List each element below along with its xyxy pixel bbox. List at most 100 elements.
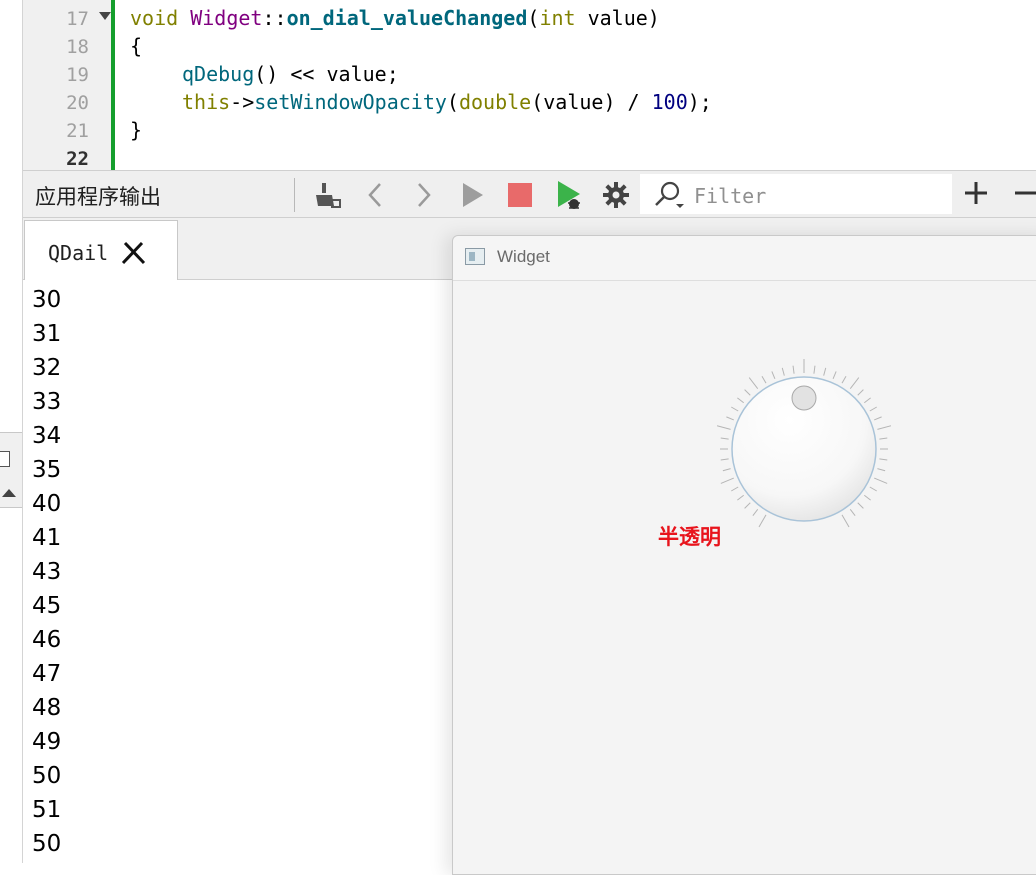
code-text: (value) / (531, 90, 652, 114)
class-name: Widget (190, 6, 263, 30)
dial-tick (731, 406, 739, 412)
close-tab-icon[interactable] (120, 241, 148, 269)
pane-controls (0, 432, 22, 508)
stop-icon[interactable] (503, 178, 537, 212)
run-icon[interactable] (455, 178, 489, 212)
function-call: qDebug (182, 62, 255, 86)
code-line-20: this->setWindowOpacity(double(value) / 1… (182, 90, 712, 114)
output-line: 33 (32, 389, 62, 415)
dial-tick (761, 376, 767, 384)
output-line: 31 (32, 321, 62, 347)
widget-title: Widget (497, 247, 550, 266)
dial-tick (737, 397, 745, 404)
application-output-text[interactable]: 30 31 32 33 34 35 40 41 43 45 46 47 48 4… (23, 280, 453, 863)
output-line: 49 (32, 729, 62, 755)
output-line: 32 (32, 355, 62, 381)
dial-tick (720, 477, 734, 484)
output-line: 48 (32, 695, 62, 721)
dial-tick (716, 425, 731, 430)
line-number: 18 (66, 36, 89, 58)
code-line-17: void Widget::on_dial_valueChanged(int va… (130, 6, 660, 30)
output-line: 46 (32, 627, 62, 653)
fold-arrow-icon[interactable] (99, 12, 111, 20)
tab-qdail[interactable]: QDail (24, 220, 178, 280)
settings-icon[interactable] (599, 178, 633, 212)
debug-run-icon[interactable] (552, 178, 586, 212)
window-icon (465, 248, 485, 265)
remove-button[interactable] (1008, 175, 1036, 211)
paren: ( (527, 6, 540, 30)
code-editor[interactable]: 17 18 19 20 21 22 void Widget::on_dial_v… (23, 0, 1036, 170)
dial-tick (813, 365, 816, 374)
line-number-gutter: 17 18 19 20 21 22 (23, 0, 89, 170)
dial-tick (758, 514, 767, 528)
output-line: 51 (32, 797, 62, 823)
scope-op: :: (262, 6, 287, 30)
output-line: 41 (32, 525, 62, 551)
widget-window: Widget 半透明 (452, 235, 1036, 875)
dial-tick (781, 367, 785, 376)
output-line: 45 (32, 593, 62, 619)
dial-tick (737, 494, 745, 501)
keyword: void (130, 6, 179, 30)
dial-tick (752, 508, 759, 516)
dial-tick (863, 397, 871, 404)
output-line: 47 (32, 661, 62, 687)
arrow-op: -> (230, 90, 255, 114)
code-text: () << value; (254, 62, 399, 86)
code-line-19: qDebug() << value; (182, 62, 399, 86)
keyword: double (458, 90, 532, 114)
application-output-toolbar: 应用程序输出 Filter (23, 170, 1036, 218)
restore-icon[interactable] (0, 451, 10, 467)
dial-tick (869, 406, 877, 412)
number-literal: 100 (651, 90, 688, 114)
line-number: 19 (66, 64, 89, 86)
scroll-up-icon[interactable] (2, 489, 16, 497)
forward-icon[interactable] (406, 178, 440, 212)
output-line: 50 (32, 831, 62, 857)
dial-tick (849, 508, 856, 516)
dial-tick (877, 425, 892, 430)
tab-label: QDail (48, 241, 109, 265)
toolbar-separator (294, 178, 295, 212)
line-number: 21 (66, 120, 89, 142)
add-button[interactable] (958, 175, 994, 211)
dial-tick (879, 437, 888, 440)
code-text-area[interactable]: void Widget::on_dial_valueChanged(int va… (115, 0, 1036, 170)
dial-tick (726, 416, 734, 421)
dial-tick (731, 486, 739, 492)
dial-tick (874, 416, 882, 421)
output-line: 40 (32, 491, 62, 517)
output-line: 50 (32, 763, 62, 789)
code-text: ); (687, 90, 712, 114)
dial-tick (877, 468, 886, 472)
keyword: int (539, 6, 576, 30)
clean-icon[interactable] (310, 178, 344, 212)
search-icon[interactable] (652, 180, 686, 210)
output-line: 43 (32, 559, 62, 585)
dial-knob[interactable] (711, 356, 897, 542)
line-number: 17 (66, 8, 89, 30)
dial-tick (849, 377, 860, 390)
dial-tick (874, 477, 888, 484)
dial-tick (832, 371, 837, 379)
output-line: 35 (32, 457, 62, 483)
dial-tick (722, 468, 731, 472)
dial-tick (720, 458, 729, 461)
dial-tick (720, 437, 729, 440)
dial-tick (748, 377, 759, 390)
code-line-21: } (130, 118, 143, 142)
param: value) (575, 6, 660, 30)
function-name: on_dial_valueChanged (286, 6, 528, 30)
current-line-number: 22 (66, 148, 89, 170)
dial-tick (863, 494, 871, 501)
plus-icon (965, 182, 987, 204)
minus-icon (1015, 191, 1036, 195)
back-icon[interactable] (359, 178, 393, 212)
widget-title-bar[interactable]: Widget (453, 236, 1036, 281)
output-line: 30 (32, 287, 62, 313)
keyword: this (182, 90, 231, 114)
line-number: 20 (66, 92, 89, 114)
filter-input[interactable]: Filter (640, 174, 952, 214)
left-side-pane (0, 0, 23, 863)
